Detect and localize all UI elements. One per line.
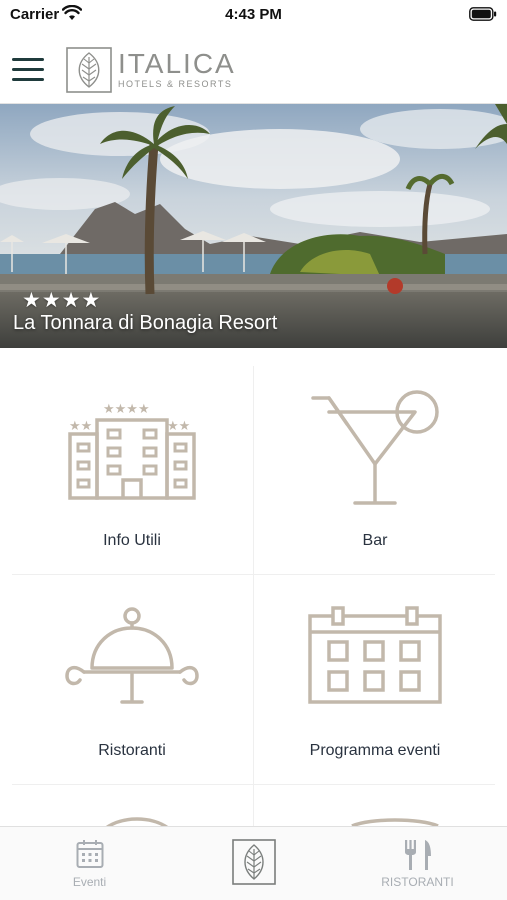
menu-button[interactable]: [12, 58, 46, 82]
logo-subtitle: HOTELS & RESORTS: [118, 79, 233, 89]
tab-home[interactable]: [169, 827, 338, 900]
italica-logo-icon: [231, 839, 276, 885]
hamburger-line: [12, 68, 44, 71]
hotel-hero-banner[interactable]: ★★★★ La Tonnara di Bonagia Resort: [0, 104, 507, 348]
svg-text:★★: ★★: [69, 419, 92, 434]
tile-label: Info Utili: [103, 532, 161, 549]
battery-icon: [469, 7, 497, 21]
hamburger-line: [12, 58, 44, 61]
tile-info-utili[interactable]: ★★★★ ★★ ★★ Info Utili: [12, 366, 252, 574]
cocktail-glass-icon: [311, 390, 439, 505]
hotel-star-rating: ★★★★: [22, 289, 102, 312]
tile-label: Bar: [362, 532, 388, 549]
hotel-name: La Tonnara di Bonagia Resort: [13, 312, 278, 334]
grid-divider: [12, 784, 495, 785]
hotel-building-icon: ★★★★ ★★ ★★: [68, 402, 196, 500]
app-header: ITALICA HOTELS & RESORTS: [0, 30, 507, 104]
tile-label: Programma eventi: [309, 742, 441, 759]
calendar-icon: [308, 606, 442, 704]
tile-ristoranti[interactable]: Ristoranti: [12, 576, 252, 784]
leaf-logo-icon: [66, 47, 112, 93]
svg-text:★★★★: ★★★★: [103, 402, 150, 417]
tile-label: Ristoranti: [98, 742, 166, 759]
status-bar: Carrier 4:43 PM: [0, 0, 507, 30]
italica-logo: ITALICA HOTELS & RESORTS: [66, 46, 236, 94]
status-time: 4:43 PM: [225, 6, 282, 23]
tab-label: RISTORANTI: [381, 875, 454, 889]
tab-label: Eventi: [72, 875, 107, 889]
grid-divider: [12, 574, 495, 575]
logo-title: ITALICA: [118, 48, 236, 79]
tab-eventi[interactable]: Eventi: [5, 827, 174, 900]
svg-text:★★: ★★: [167, 419, 190, 434]
hamburger-line: [12, 78, 44, 81]
services-grid: ★★★★ ★★ ★★ Info Utili Bar Ristoranti Pro…: [12, 366, 495, 828]
grid-divider: [253, 366, 254, 826]
tab-ristoranti[interactable]: RISTORANTI: [333, 827, 502, 900]
fork-knife-icon: [404, 840, 431, 870]
cloche-icon: [65, 607, 199, 704]
tile-programma-eventi[interactable]: Programma eventi: [255, 576, 495, 784]
bottom-tab-bar: Eventi RISTORANTI: [0, 826, 507, 900]
tile-bar[interactable]: Bar: [255, 366, 495, 574]
calendar-icon: [76, 840, 103, 868]
